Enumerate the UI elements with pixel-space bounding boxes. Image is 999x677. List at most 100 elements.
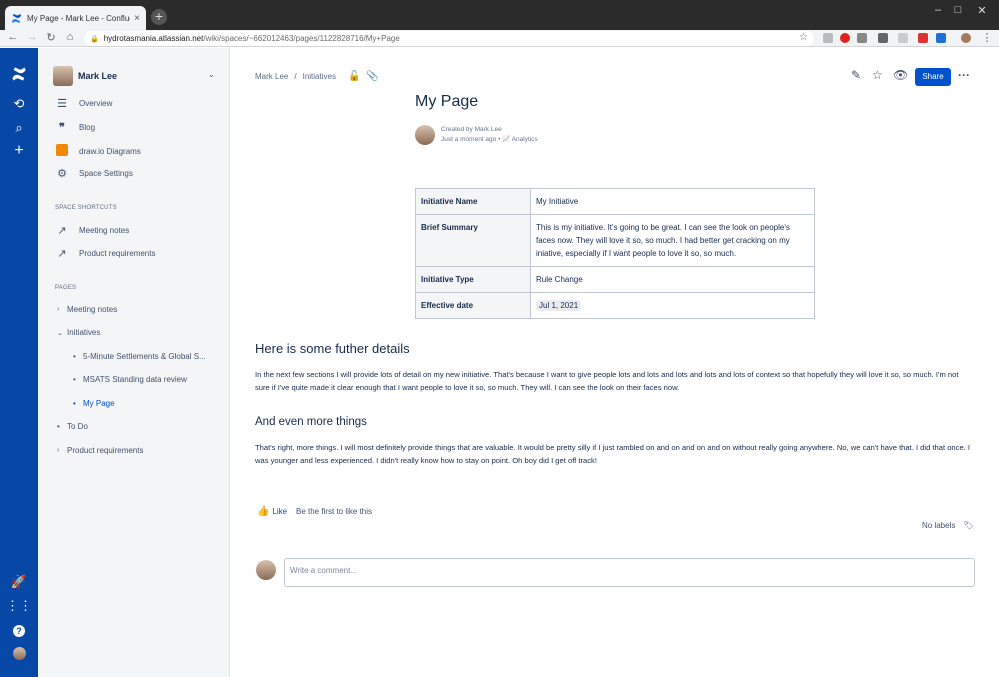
- table-cell: My Initiative: [530, 188, 815, 215]
- space-header[interactable]: Mark Lee: [53, 66, 117, 86]
- rocket-icon[interactable]: 🚀: [0, 574, 38, 590]
- labels-area: No labels 🏷: [922, 521, 974, 530]
- analytics-link[interactable]: Analytics: [512, 136, 538, 143]
- global-navigation: ⟲ ⌕ + 🚀 ⋮⋮ ?: [0, 48, 38, 677]
- chevron-right-icon[interactable]: ›: [57, 306, 67, 313]
- confluence-favicon-icon: [11, 13, 22, 24]
- url-path: /wiki/spaces/~662012463/pages/1122828716…: [203, 34, 400, 43]
- forward-icon[interactable]: →: [25, 31, 39, 43]
- quote-icon: ❞: [59, 122, 65, 134]
- edit-icon[interactable]: ✎: [851, 68, 861, 82]
- home-icon[interactable]: ⌂: [63, 31, 77, 43]
- pages-label: PAGES: [55, 285, 77, 291]
- help-icon[interactable]: ?: [0, 622, 38, 637]
- tab-title: My Page - Mark Lee - Confluence: [27, 13, 130, 23]
- create-icon[interactable]: +: [0, 142, 38, 160]
- shortcut-product-requirements[interactable]: ↗ Product requirements: [55, 247, 155, 260]
- chevron-down-icon[interactable]: ⌄: [57, 329, 67, 337]
- chevron-right-icon[interactable]: ›: [57, 447, 67, 454]
- modified-time[interactable]: Just a moment ago: [441, 136, 496, 143]
- thumbs-up-icon: 👍: [257, 506, 270, 517]
- date-lozenge: Jul 1, 2021: [536, 300, 582, 311]
- menu-icon[interactable]: ⋮: [980, 31, 994, 44]
- section-body: That's right, more things. I will most d…: [255, 443, 970, 465]
- tree-item-my-page[interactable]: • My Page: [73, 399, 115, 408]
- drawio-icon: [55, 144, 69, 159]
- table-row: Initiative Type Rule Change: [415, 266, 815, 293]
- analytics-icon: 📈: [502, 136, 511, 143]
- gear-icon: ⚙: [57, 168, 67, 180]
- extension-icon[interactable]: [918, 33, 928, 43]
- extension-icon[interactable]: [823, 33, 833, 43]
- star-icon[interactable]: ☆: [872, 68, 883, 82]
- search-icon[interactable]: ⌕: [0, 120, 38, 136]
- share-button[interactable]: Share: [915, 68, 951, 86]
- attachment-icon[interactable]: 📎: [366, 71, 378, 82]
- tag-icon[interactable]: 🏷: [963, 521, 973, 530]
- page-byline: Created by Mark Lee Just a moment ago • …: [415, 125, 538, 145]
- table-row: Initiative Name My Initiative: [415, 188, 815, 215]
- table-row: Brief Summary This is my initiative. It'…: [415, 214, 815, 267]
- confluence-logo-icon[interactable]: [0, 66, 38, 85]
- tree-item-5-minute-settlements[interactable]: • 5-Minute Settlements & Global S...: [73, 352, 206, 361]
- tree-item-msats[interactable]: • MSATS Standing data review: [73, 375, 187, 384]
- sidebar-item-space-settings[interactable]: ⚙ Space Settings: [55, 167, 133, 180]
- reload-icon[interactable]: ↻: [44, 31, 58, 44]
- external-link-icon: ↗: [57, 225, 67, 237]
- space-shortcuts-label: SPACE SHORTCUTS: [55, 205, 117, 211]
- extension-icon[interactable]: [878, 33, 888, 43]
- breadcrumb-space[interactable]: Mark Lee: [255, 72, 288, 81]
- minimize-icon[interactable]: –: [928, 4, 948, 16]
- overview-icon: ☰: [57, 98, 67, 110]
- close-window-icon[interactable]: ✕: [972, 4, 992, 17]
- watch-icon[interactable]: 👁: [893, 68, 908, 82]
- breadcrumb-initiatives[interactable]: Initiatives: [303, 72, 336, 81]
- url-domain: hydrotasmania.atlassian.net: [103, 34, 204, 43]
- table-cell: This is my initiative. It's going to be …: [530, 214, 815, 267]
- space-name: Mark Lee: [78, 71, 118, 81]
- browser-tab[interactable]: My Page - Mark Lee - Confluence ×: [5, 6, 146, 30]
- table-header-cell: Effective date: [415, 292, 531, 319]
- profile-avatar[interactable]: [961, 33, 971, 43]
- page-title: My Page: [415, 93, 479, 110]
- shortcut-meeting-notes[interactable]: ↗ Meeting notes: [55, 224, 129, 237]
- address-bar[interactable]: 🔒 hydrotasmania.atlassian.net /wiki/spac…: [84, 31, 814, 46]
- tree-item-to-do[interactable]: • To Do: [57, 422, 88, 431]
- browser-toolbar: ← → ↻ ⌂ 🔒 hydrotasmania.atlassian.net /w…: [0, 30, 999, 47]
- opera-extension-icon[interactable]: [840, 33, 850, 43]
- more-actions-icon[interactable]: ···: [958, 68, 970, 82]
- author-avatar[interactable]: [415, 125, 435, 145]
- extension-icon[interactable]: [936, 33, 946, 43]
- back-icon[interactable]: ←: [6, 31, 20, 43]
- tree-item-product-requirements[interactable]: › Product requirements: [57, 446, 143, 455]
- tree-item-initiatives[interactable]: ⌄ Initiatives: [57, 328, 100, 337]
- close-tab-icon[interactable]: ×: [134, 13, 140, 24]
- chevron-down-icon[interactable]: ⌄: [208, 70, 215, 79]
- table-header-cell: Initiative Name: [415, 188, 531, 215]
- section-heading: Here is some futher details: [255, 341, 410, 356]
- comment-input[interactable]: Write a comment...: [284, 558, 975, 587]
- like-info: Be the first to like this: [296, 507, 373, 516]
- extension-icon[interactable]: [857, 33, 867, 43]
- recent-icon[interactable]: ⟲: [0, 96, 38, 112]
- initiative-table: Initiative Name My Initiative Brief Summ…: [415, 188, 815, 319]
- table-cell: Rule Change: [530, 266, 815, 293]
- sidebar-item-drawio[interactable]: draw.io Diagrams: [55, 144, 141, 159]
- maximize-icon[interactable]: □: [948, 4, 968, 16]
- commenter-avatar: [256, 560, 276, 580]
- table-header-cell: Initiative Type: [415, 266, 531, 293]
- sidebar-item-overview[interactable]: ☰ Overview: [55, 97, 112, 110]
- table-cell: Jul 1, 2021: [530, 292, 815, 319]
- breadcrumb: Mark Lee / Initiatives 🔓 📎: [255, 71, 379, 82]
- new-tab-button[interactable]: +: [151, 9, 167, 25]
- like-button[interactable]: 👍 Like: [257, 506, 287, 517]
- extension-icon[interactable]: [898, 33, 908, 43]
- bookmark-star-icon[interactable]: ☆: [799, 32, 808, 43]
- sidebar-item-blog[interactable]: ❞ Blog: [55, 121, 95, 134]
- app-switcher-icon[interactable]: ⋮⋮: [0, 598, 38, 614]
- tree-item-meeting-notes[interactable]: › Meeting notes: [57, 305, 117, 314]
- user-avatar[interactable]: [0, 645, 38, 661]
- section-heading: And even more things: [255, 416, 367, 428]
- unlocked-icon[interactable]: 🔓: [348, 71, 360, 82]
- table-row: Effective date Jul 1, 2021: [415, 292, 815, 319]
